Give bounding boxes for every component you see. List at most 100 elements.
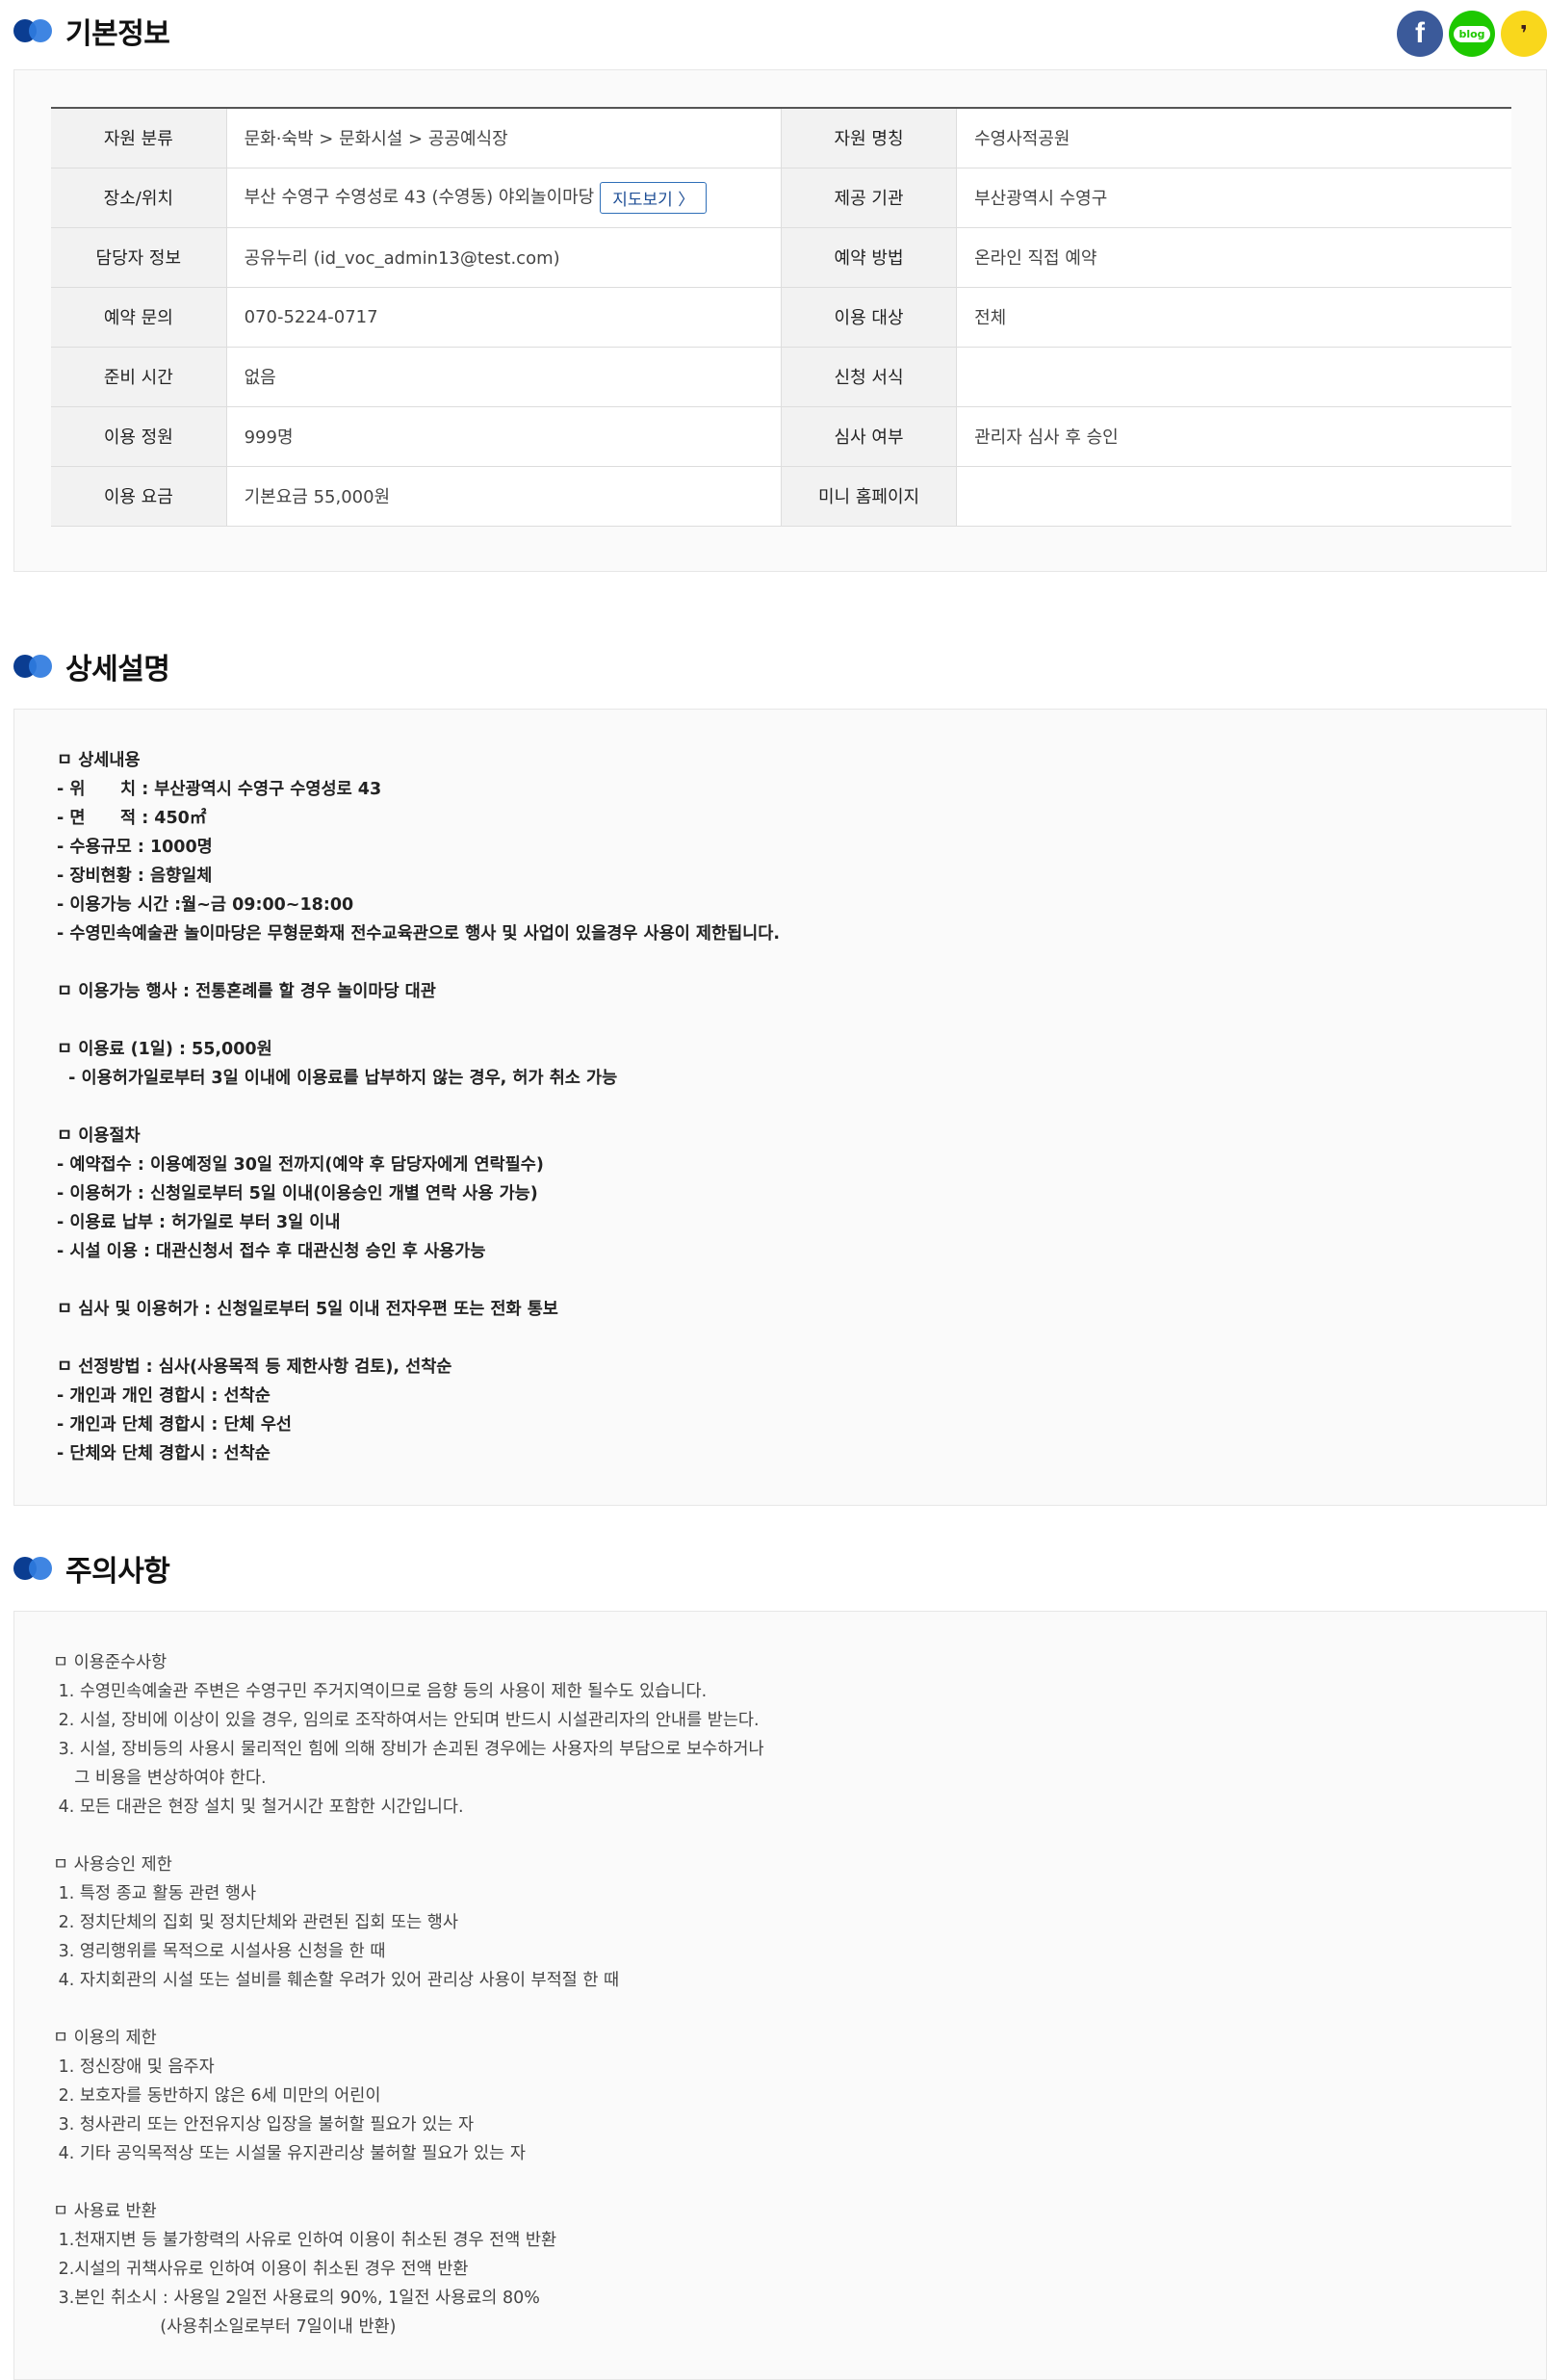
section-title-detail: 상세설명: [13, 647, 170, 686]
info-value-text: 관리자 심사 후 승인: [974, 427, 1119, 448]
section-bullet-icon: [13, 1556, 56, 1581]
detail-line: - 이용료 납부 : 허가일로 부터 3일 이내: [57, 1213, 341, 1232]
info-label-text: 심사 여부: [834, 427, 904, 448]
facebook-share-button[interactable]: f: [1397, 11, 1443, 57]
section-bullet-icon: [13, 18, 56, 43]
notice-line: 4. 자치회관의 시설 또는 설비를 훼손할 우려가 있어 관리상 사용이 부적…: [53, 1971, 620, 1990]
share-buttons: f blog ❜: [1397, 11, 1547, 57]
info-value: 수영사적공원: [956, 108, 1511, 168]
detail-line: ㅁ 선정방법 : 심사(사용목적 등 제한사항 검토), 선착순: [57, 1358, 452, 1377]
section-bullet-icon: [13, 654, 56, 679]
blog-share-button[interactable]: blog: [1449, 11, 1495, 57]
detail-line: ㅁ 상세내용: [57, 751, 141, 770]
detail-panel: ㅁ 상세내용 - 위 치 : 부산광역시 수영구 수영성로 43 - 면 적 : 4…: [13, 709, 1547, 1506]
notice-line: [53, 2168, 764, 2197]
notice-line: 1. 특정 종교 활동 관련 행사: [53, 1884, 257, 1903]
notice-line: ㅁ 사용승인 제한: [53, 1855, 172, 1875]
section-title-basic: 기본정보: [13, 12, 170, 51]
info-row: 장소/위치 부산 수영구 수영성로 43 (수영동) 야외놀이마당 지도보기 〉 제공…: [51, 168, 1511, 228]
info-label: 신청 서식: [781, 347, 958, 407]
map-view-button[interactable]: 지도보기 〉: [600, 181, 708, 214]
info-label: 심사 여부: [781, 406, 958, 467]
info-label-text: 예약 방법: [834, 248, 904, 269]
info-label: 담당자 정보: [51, 227, 227, 288]
info-label-text: 예약 문의: [103, 308, 173, 328]
info-row: 준비 시간 없음 신청 서식: [51, 347, 1511, 407]
notice-line: 1. 정신장애 및 음주자: [53, 2057, 215, 2077]
section-title-detail-label: 상세설명: [65, 653, 170, 686]
detail-line: - 예약접수 : 이용예정일 30일 전까지(예약 후 담당자에게 연락필수): [57, 1155, 544, 1175]
info-label: 예약 문의: [51, 287, 227, 348]
detail-text: ㅁ 상세내용 - 위 치 : 부산광역시 수영구 수영성로 43 - 면 적 : 4…: [57, 746, 780, 1468]
info-label: 자원 명칭: [781, 108, 958, 168]
notice-line: ㅁ 이용준수사항: [53, 1653, 168, 1672]
detail-line: ㅁ 이용절차: [57, 1126, 141, 1146]
info-row: 담당자 정보 공유누리 (id_voc_admin13@test.com) 예약 방…: [51, 227, 1511, 288]
info-value: 부산광역시 수영구: [956, 168, 1511, 228]
info-value: 없음: [226, 347, 782, 407]
notice-text: ㅁ 이용준수사항 1. 수영민속예술관 주변은 수영구민 주거지역이므로 음향 …: [53, 1648, 764, 2341]
info-label-text: 이용 대상: [834, 308, 904, 328]
info-value: 기본요금 55,000원: [226, 466, 782, 527]
notice-line: 3. 시설, 장비등의 사용시 물리적인 힘에 의해 장비가 손괴된 경우에는 …: [53, 1740, 764, 1759]
notice-line: 4. 기타 공익목적상 또는 시설물 유지관리상 불허할 필요가 있는 자: [53, 2144, 526, 2163]
info-label: 제공 기관: [781, 168, 958, 228]
notice-line: ㅁ 사용료 반환: [53, 2202, 157, 2221]
kakao-share-button[interactable]: ❜: [1501, 11, 1547, 57]
info-label-text: 담당자 정보: [95, 248, 182, 269]
notice-line: 2. 시설, 장비에 이상이 있을 경우, 임의로 조작하여서는 안되며 반드시…: [53, 1711, 760, 1730]
info-label-text: 준비 시간: [103, 368, 173, 388]
notice-line: 2. 보호자를 동반하지 않은 6세 미만의 어린이: [53, 2086, 381, 2106]
info-label: 예약 방법: [781, 227, 958, 288]
notice-line: [53, 1822, 764, 1850]
detail-line: - 단체와 단체 경합시 : 선착순: [57, 1444, 271, 1463]
info-label: 미니 홈페이지: [781, 466, 958, 527]
info-label-text: 자원 명칭: [834, 129, 904, 150]
notice-panel: ㅁ 이용준수사항 1. 수영민속예술관 주변은 수영구민 주거지역이므로 음향 …: [13, 1611, 1547, 2380]
detail-line: - 위 치 : 부산광역시 수영구 수영성로 43: [57, 780, 382, 799]
basic-info-table: 자원 분류 문화·숙박 > 문화시설 > 공공예식장 자원 명칭 수영사적공원 장소/위…: [51, 107, 1511, 527]
section-title-notice-label: 주의사항: [65, 1555, 170, 1589]
detail-line: - 이용허가 : 신청일로부터 5일 이내(이용승인 개별 연락 사용 가능): [57, 1184, 538, 1203]
detail-line: ㅁ 이용료 (1일) : 55,000원: [57, 1040, 272, 1059]
detail-line: [57, 1324, 780, 1353]
section-title-notice: 주의사항: [13, 1549, 170, 1589]
info-label: 이용 요금: [51, 466, 227, 527]
detail-line: - 이용허가일로부터 3일 이내에 이용료를 납부하지 않는 경우, 허가 취소…: [57, 1069, 618, 1088]
info-label: 준비 시간: [51, 347, 227, 407]
info-value: 070-5224-0717: [226, 287, 782, 348]
info-label: 장소/위치: [51, 168, 227, 228]
info-row: 이용 정원 999명 심사 여부 관리자 심사 후 승인: [51, 406, 1511, 467]
info-label-text: 제공 기관: [834, 189, 904, 209]
detail-line: - 시설 이용 : 대관신청서 접수 후 대관신청 승인 후 사용가능: [57, 1242, 486, 1261]
detail-line: - 면 적 : 450㎡: [57, 809, 207, 828]
notice-line: 4. 모든 대관은 현장 설치 및 철거시간 포함한 시간입니다.: [53, 1798, 464, 1817]
info-label-text: 신청 서식: [834, 368, 904, 388]
info-value: 관리자 심사 후 승인: [956, 406, 1511, 467]
detail-line: ㅁ 이용가능 행사 : 전통혼례를 할 경우 놀이마당 대관: [57, 982, 436, 1001]
info-row: 이용 요금 기본요금 55,000원 미니 홈페이지: [51, 466, 1511, 527]
info-value: 공유누리 (id_voc_admin13@test.com): [226, 227, 782, 288]
notice-line: [53, 1995, 764, 2024]
info-value-text: 전체: [974, 308, 1007, 328]
info-label-text: 미니 홈페이지: [817, 487, 920, 507]
basic-info-panel: 자원 분류 문화·숙박 > 문화시설 > 공공예식장 자원 명칭 수영사적공원 장소/위…: [13, 69, 1547, 572]
notice-line: 2.시설의 귀책사유로 인하여 이용이 취소된 경우 전액 반환: [53, 2260, 469, 2279]
info-value-text: 부산광역시 수영구: [974, 189, 1108, 209]
notice-line: 그 비용을 변상하여야 한다.: [53, 1769, 267, 1788]
info-label-text: 이용 요금: [103, 487, 173, 507]
section-title-basic-label: 기본정보: [65, 17, 170, 51]
detail-line: - 수영민속예술관 놀이마당은 무형문화재 전수교육관으로 행사 및 사업이 있…: [57, 924, 781, 944]
notice-line: (사용취소일로부터 7일이내 반환): [53, 2317, 397, 2337]
info-value-text: 수영사적공원: [974, 129, 1070, 150]
info-label-text: 이용 정원: [103, 427, 173, 448]
info-value-text: 999명: [244, 427, 294, 448]
info-value-text: 문화·숙박 > 문화시설 > 공공예식장: [244, 129, 508, 150]
info-value-text: 기본요금 55,000원: [244, 487, 391, 507]
info-value: 전체: [956, 287, 1511, 348]
facebook-icon: f: [1415, 17, 1425, 49]
detail-line: - 개인과 개인 경합시 : 선착순: [57, 1386, 271, 1406]
info-value-text: 없음: [244, 368, 276, 388]
info-value: [956, 466, 1511, 527]
detail-line: - 장비현황 : 음향일체: [57, 867, 213, 886]
